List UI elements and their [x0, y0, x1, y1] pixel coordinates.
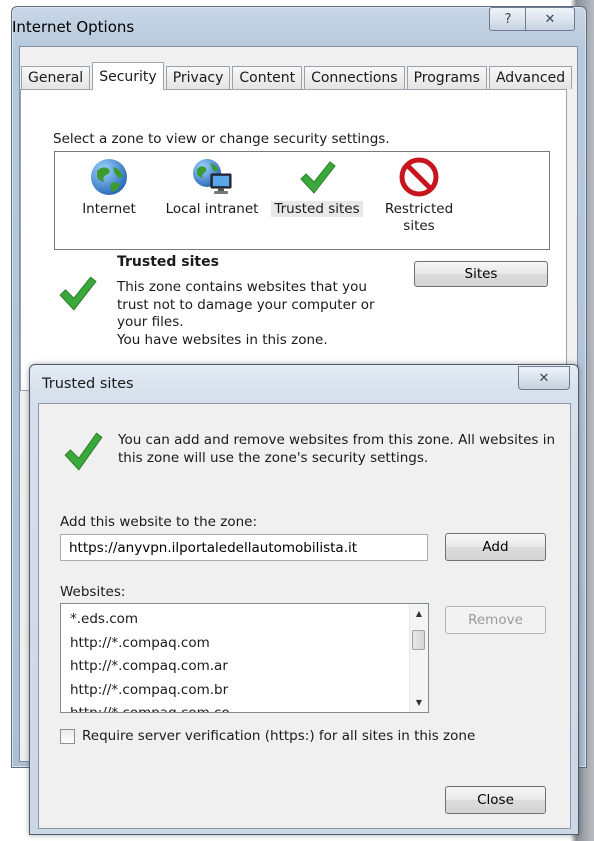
- zone-label: Restricted sites: [384, 201, 454, 234]
- scroll-thumb[interactable]: [412, 630, 425, 650]
- websites-list[interactable]: *.eds.com http://*.compaq.com http://*.c…: [60, 603, 429, 713]
- require-https-option[interactable]: Require server verification (https:) for…: [60, 728, 475, 744]
- tab-strip: General Security Privacy Content Connect…: [21, 61, 574, 90]
- dialog-info-text: You can add and remove websites from thi…: [118, 432, 556, 466]
- tab-security[interactable]: Security: [92, 62, 164, 90]
- zone-local-intranet[interactable]: Local intranet: [164, 157, 260, 218]
- trusted-zone-checkmark-icon: [59, 276, 97, 311]
- close-button[interactable]: Close: [445, 786, 546, 814]
- zone-trusted-sites[interactable]: Trusted sites: [270, 157, 364, 218]
- list-item[interactable]: http://*.compaq.com: [70, 632, 428, 656]
- zone-label: Trusted sites: [271, 201, 363, 217]
- list-item[interactable]: http://*.compaq.com.br: [70, 679, 428, 703]
- tab-advanced[interactable]: Advanced: [488, 66, 573, 89]
- websites-scrollbar[interactable]: ▲ ▼: [409, 604, 428, 712]
- list-item[interactable]: http://*.compaq.com.co: [70, 702, 428, 712]
- zone-internet[interactable]: Internet: [78, 157, 140, 218]
- tab-programs[interactable]: Programs: [406, 66, 487, 89]
- globe-icon: [91, 159, 127, 195]
- scroll-up-arrow-icon[interactable]: ▲: [410, 605, 428, 622]
- dialog-close-button[interactable]: ✕: [518, 366, 570, 390]
- dialog-title: Trusted sites: [42, 376, 134, 392]
- trusted-sites-checkmark-icon: [64, 432, 103, 471]
- remove-button[interactable]: Remove: [445, 606, 546, 634]
- tab-general[interactable]: General: [21, 66, 91, 89]
- zone-description: This zone contains websites that you tru…: [117, 279, 375, 330]
- list-item[interactable]: http://*.compaq.com.ar: [70, 655, 428, 679]
- websites-label: Websites:: [60, 584, 126, 600]
- tab-connections[interactable]: Connections: [304, 66, 405, 89]
- window-close-button[interactable]: ✕: [525, 7, 575, 31]
- zone-title: Trusted sites: [117, 254, 219, 270]
- list-item[interactable]: *.eds.com: [70, 608, 428, 632]
- scroll-down-arrow-icon[interactable]: ▼: [410, 694, 428, 711]
- checkmark-icon: [300, 161, 336, 194]
- window-title: Internet Options: [12, 18, 135, 36]
- require-https-checkbox[interactable]: [60, 728, 75, 744]
- zone-label: Local intranet: [165, 201, 259, 217]
- require-https-label: Require server verification (https:) for…: [82, 728, 476, 744]
- zone-label: Internet: [82, 201, 136, 217]
- sites-button[interactable]: Sites: [414, 261, 548, 287]
- help-button[interactable]: ?: [489, 7, 527, 31]
- add-website-label: Add this website to the zone:: [60, 514, 257, 530]
- zone-prompt: Select a zone to view or change security…: [53, 131, 390, 147]
- tab-content[interactable]: Content: [232, 66, 303, 89]
- zone-status: You have websites in this zone.: [117, 332, 328, 348]
- website-url-input[interactable]: [60, 534, 428, 561]
- add-button[interactable]: Add: [445, 533, 546, 561]
- intranet-icon: [193, 159, 232, 194]
- zone-restricted-sites[interactable]: Restricted sites: [379, 157, 459, 235]
- restricted-icon: [399, 157, 439, 197]
- tab-privacy[interactable]: Privacy: [165, 66, 231, 89]
